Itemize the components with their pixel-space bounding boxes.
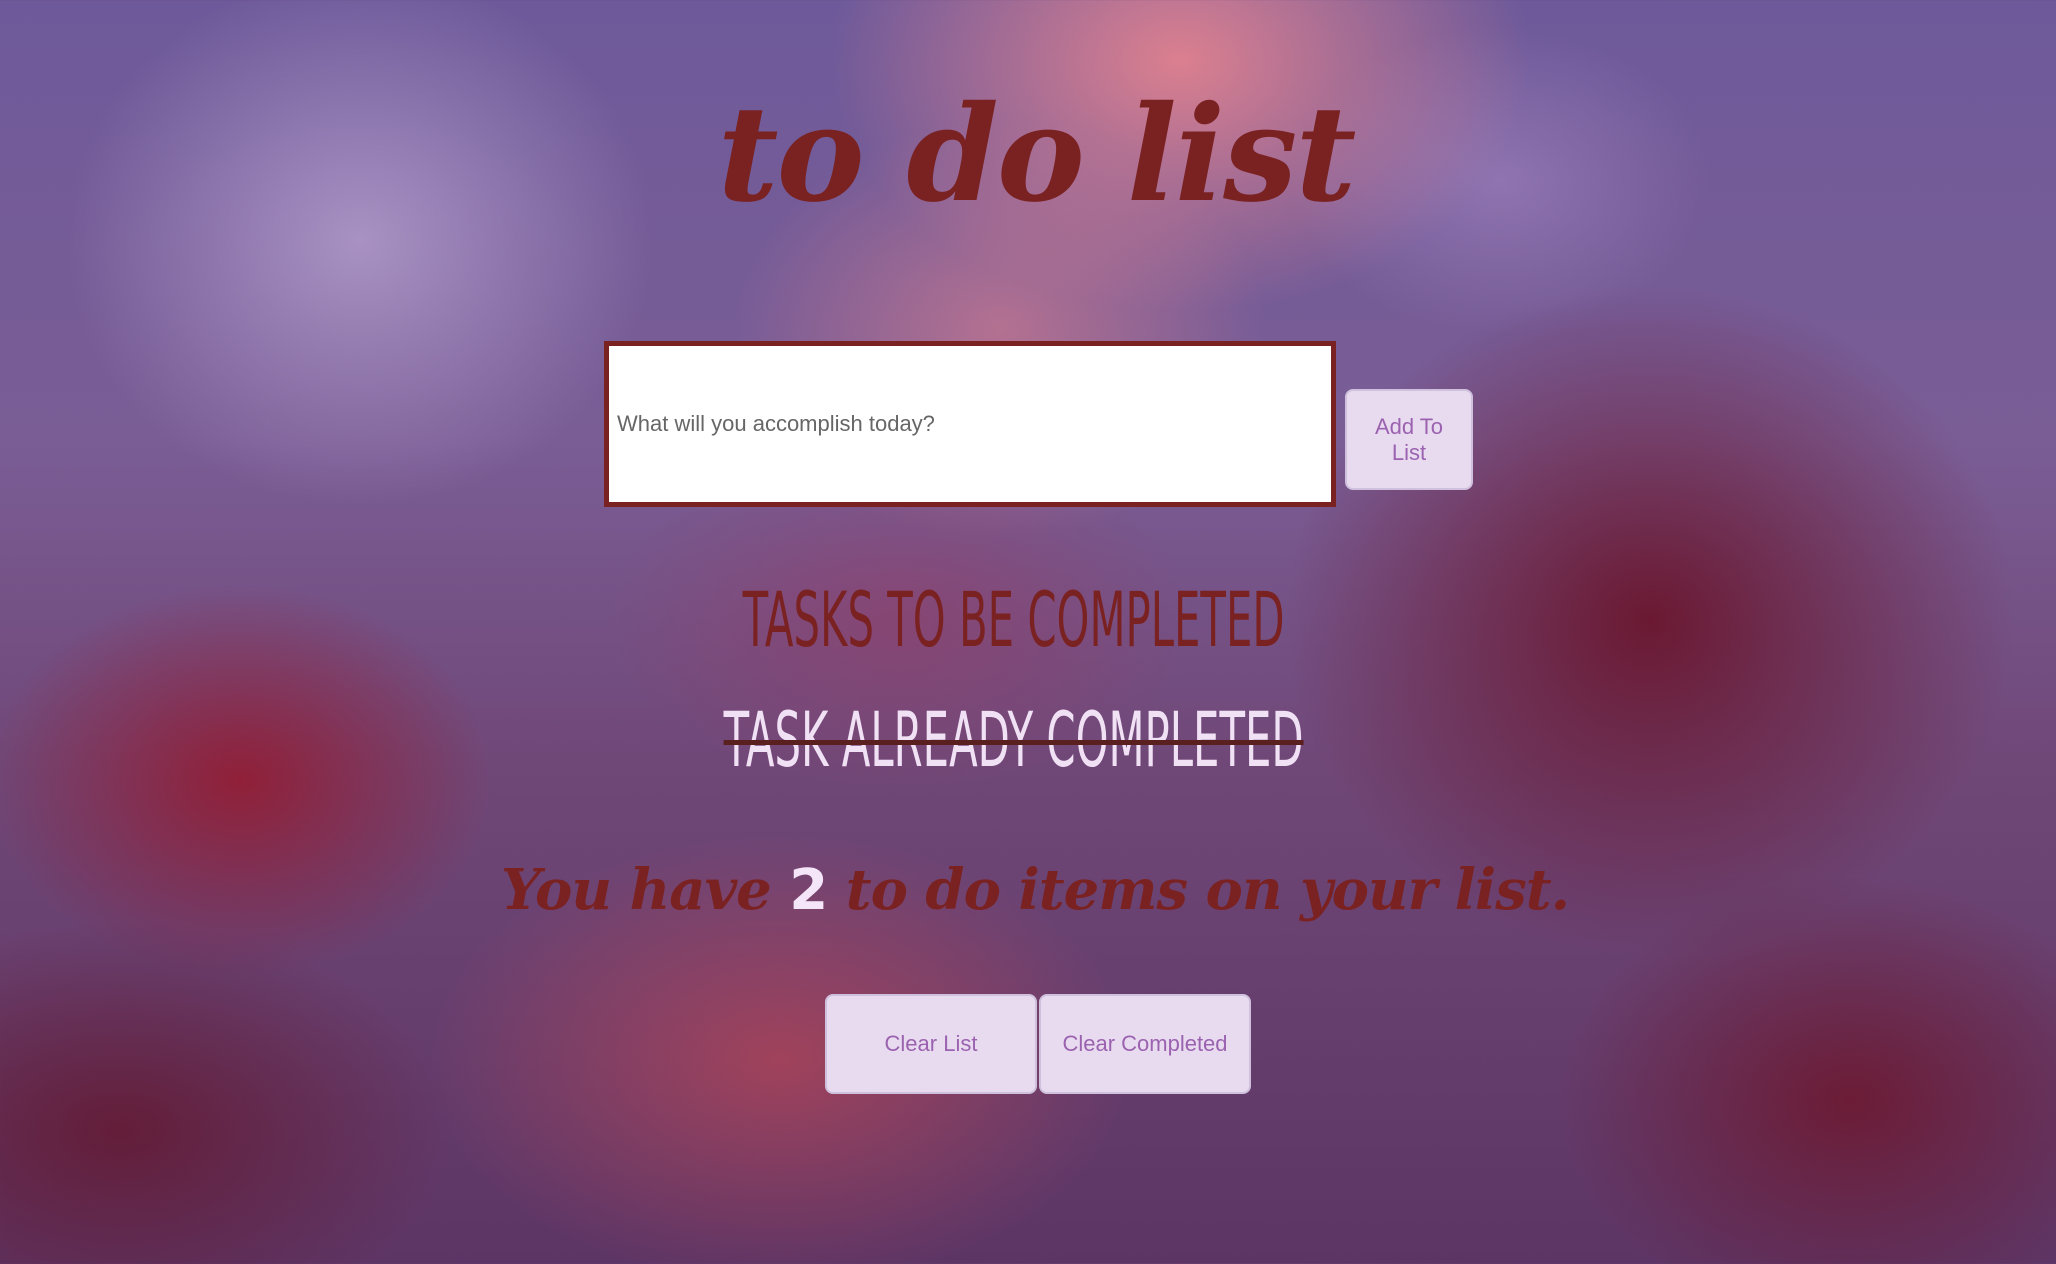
remaining-count-message: You have 2 to do items on your list. bbox=[0, 850, 2056, 931]
counter-suffix: to do items on your list. bbox=[845, 857, 1570, 923]
task-item-completed[interactable]: task already completed bbox=[448, 680, 1579, 800]
clear-completed-button[interactable]: Clear Completed bbox=[1039, 994, 1251, 1094]
counter-prefix: You have bbox=[500, 857, 772, 923]
clear-list-button[interactable]: Clear List bbox=[825, 994, 1037, 1094]
new-task-input[interactable] bbox=[604, 341, 1336, 507]
add-to-list-button[interactable]: Add To List bbox=[1345, 389, 1473, 490]
todo-app: to do list Add To List tasks to be compl… bbox=[0, 0, 2056, 1264]
task-item-pending[interactable]: tasks to be completed bbox=[448, 560, 1579, 680]
remaining-count: 2 bbox=[789, 858, 828, 923]
task-list: tasks to be completed task already compl… bbox=[0, 560, 2056, 800]
page-title: to do list bbox=[717, 77, 1357, 232]
